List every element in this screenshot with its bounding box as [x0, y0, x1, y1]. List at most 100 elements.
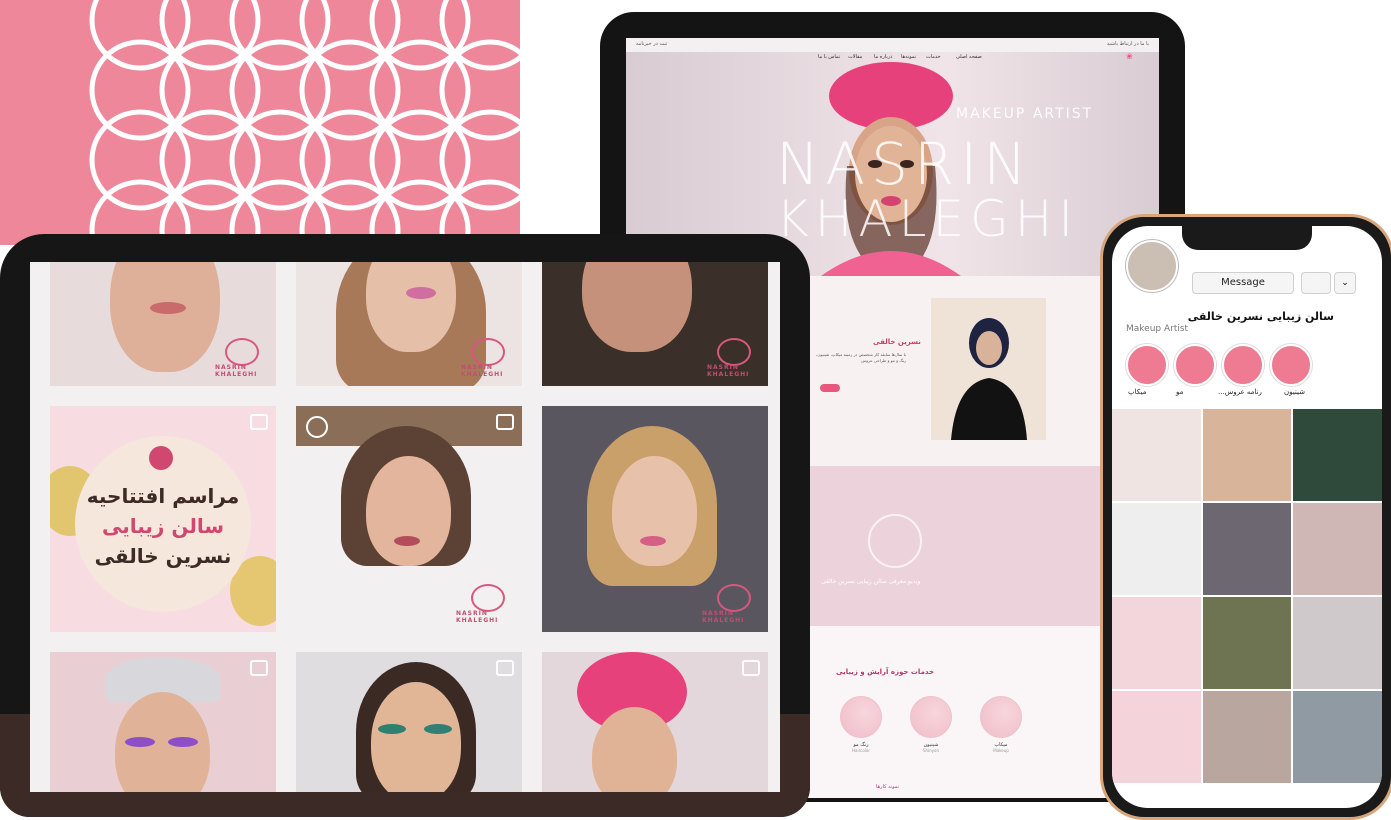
profile-post[interactable] [1203, 503, 1291, 595]
contact-link[interactable]: با ما در ارتباط باشید [1107, 41, 1149, 47]
lips-shape [394, 536, 420, 546]
profile-post[interactable] [1112, 597, 1201, 689]
haircolor-icon [840, 696, 882, 738]
decorative-pattern [0, 0, 520, 245]
service-shinyon[interactable]: شینیون Shinyon [906, 696, 956, 753]
highlight-label: مو [1176, 388, 1184, 396]
eye-makeup [125, 737, 155, 747]
brand-watermark: NASRIN KHALEGHI [702, 610, 745, 624]
gallery-post[interactable]: NASRIN KHALEGHI [542, 406, 768, 632]
post-face [612, 456, 697, 566]
profile-post[interactable] [1293, 503, 1382, 595]
read-more-button[interactable] [820, 384, 840, 392]
eye-makeup [168, 737, 198, 747]
gallery-post-promo[interactable]: مراسم افتتاحیه سالن زیبایی نسرین خالقی [50, 406, 276, 632]
reel-icon [250, 414, 268, 430]
carousel-icon [250, 660, 268, 676]
site-logo-icon[interactable]: ❀ [1126, 52, 1133, 61]
lips-shape [150, 302, 186, 314]
hairstyle-icon [910, 696, 952, 738]
about-text: با سال‌ها سابقه کار متخصص در زمینه میکاپ… [816, 352, 906, 363]
profile-avatar[interactable] [1126, 240, 1178, 292]
gallery-post[interactable]: NASRIN KHALEGHI [296, 406, 522, 632]
highlight-label: ...رنامه عروس [1218, 388, 1262, 396]
promo-line2: سالن زیبایی [101, 514, 225, 538]
gallery-post[interactable]: NASRIN KHALEGHI [542, 262, 768, 386]
profile-post[interactable] [1203, 691, 1291, 783]
brand-logo-icon [717, 338, 751, 366]
highlight-label: شینیون [1284, 388, 1305, 396]
phone-device: Message ⌄ سالن زیبایی نسرین خالقی Makeup… [1100, 214, 1391, 820]
follow-icon[interactable] [1301, 272, 1331, 294]
gallery-post[interactable] [296, 652, 522, 792]
profile-post[interactable] [1293, 409, 1382, 501]
instagram-profile-screen: Message ⌄ سالن زیبایی نسرین خالقی Makeup… [1112, 226, 1382, 808]
profile-post[interactable] [1112, 503, 1201, 595]
carousel-icon [742, 660, 760, 676]
newsletter-link[interactable]: ثبت در خبرنامه [636, 41, 667, 47]
hero-tagline: MAKEUP ARTIST [956, 106, 1094, 122]
circle-pattern-graphic [89, 0, 520, 245]
about-title: نسرین خالقی [873, 338, 921, 346]
hero-name-line2: KHALEGHI [776, 190, 1080, 248]
profile-post-grid [1112, 409, 1382, 808]
brand-logo-icon [471, 584, 505, 612]
play-icon [149, 446, 173, 470]
makeup-icon [980, 696, 1022, 738]
services-title: خدمات حوزه آرایش و زیبایی [836, 668, 934, 676]
phone-notch [1182, 226, 1312, 250]
brand-logo-icon [471, 338, 505, 366]
reel-icon [496, 414, 514, 430]
highlight-hair[interactable] [1222, 344, 1264, 386]
highlight-bride[interactable] [1174, 344, 1216, 386]
profile-post[interactable] [1293, 691, 1382, 783]
carousel-icon [496, 660, 514, 676]
hero-name-line1: NASRIN [776, 130, 1033, 198]
post-image [110, 262, 220, 372]
brand-logo-icon [717, 584, 751, 612]
service-sublabel: Makeup [993, 748, 1009, 753]
highlight-makeup[interactable] [1270, 344, 1312, 386]
chevron-down-icon[interactable]: ⌄ [1334, 272, 1356, 294]
gallery-screen: NASRIN KHALEGHI NASRIN KHALEGHI NASRIN K… [30, 262, 780, 792]
profile-name: سالن زیبایی نسرین خالقی [1187, 310, 1334, 323]
highlight-shinyon[interactable] [1126, 344, 1168, 386]
profile-post[interactable] [1112, 691, 1201, 783]
play-icon [306, 416, 328, 438]
highlight-label: میکاپ [1128, 388, 1147, 396]
portfolio-heading: نمونه کارها [876, 784, 900, 790]
service-haircolor[interactable]: رنگ مو Haircolor [836, 696, 886, 753]
post-face [366, 456, 451, 566]
profile-post[interactable] [1203, 597, 1291, 689]
profile-post[interactable] [1203, 409, 1291, 501]
top-info-bar: ثبت در خبرنامه با ما در ارتباط باشید [626, 38, 1159, 52]
message-button[interactable]: Message [1192, 272, 1294, 294]
profile-category: Makeup Artist [1126, 324, 1189, 334]
brand-watermark: NASRIN KHALEGHI [215, 364, 258, 378]
promo-line1: مراسم افتتاحیه [86, 484, 240, 508]
video-play-icon[interactable] [868, 514, 922, 568]
service-sublabel: Haircolor [852, 748, 870, 753]
brand-logo-icon [225, 338, 259, 366]
eye-makeup [378, 724, 406, 734]
promo-line3: نسرین خالقی [94, 544, 232, 568]
service-sublabel: Shinyon [922, 748, 940, 753]
eye-makeup [424, 724, 452, 734]
video-caption: ویدیو معرفی سالن زیبایی نسرین خالقی [821, 578, 921, 585]
gallery-post[interactable] [542, 652, 768, 792]
gallery-post[interactable]: NASRIN KHALEGHI [50, 262, 276, 386]
service-makeup[interactable]: میکاپ Makeup [976, 696, 1026, 753]
brand-watermark: NASRIN KHALEGHI [707, 364, 750, 378]
post-image [582, 262, 692, 352]
profile-post[interactable] [1293, 597, 1382, 689]
lips-shape [406, 287, 436, 299]
about-photo [931, 298, 1046, 440]
gallery-post[interactable] [50, 652, 276, 792]
profile-post[interactable] [1112, 409, 1201, 501]
gallery-post[interactable]: NASRIN KHALEGHI [296, 262, 522, 386]
ipad-device: NASRIN KHALEGHI NASRIN KHALEGHI NASRIN K… [0, 234, 810, 817]
post-face [371, 682, 461, 792]
lips-shape [640, 536, 666, 546]
brand-watermark: NASRIN KHALEGHI [461, 364, 504, 378]
brand-watermark: NASRIN KHALEGHI [456, 610, 499, 624]
